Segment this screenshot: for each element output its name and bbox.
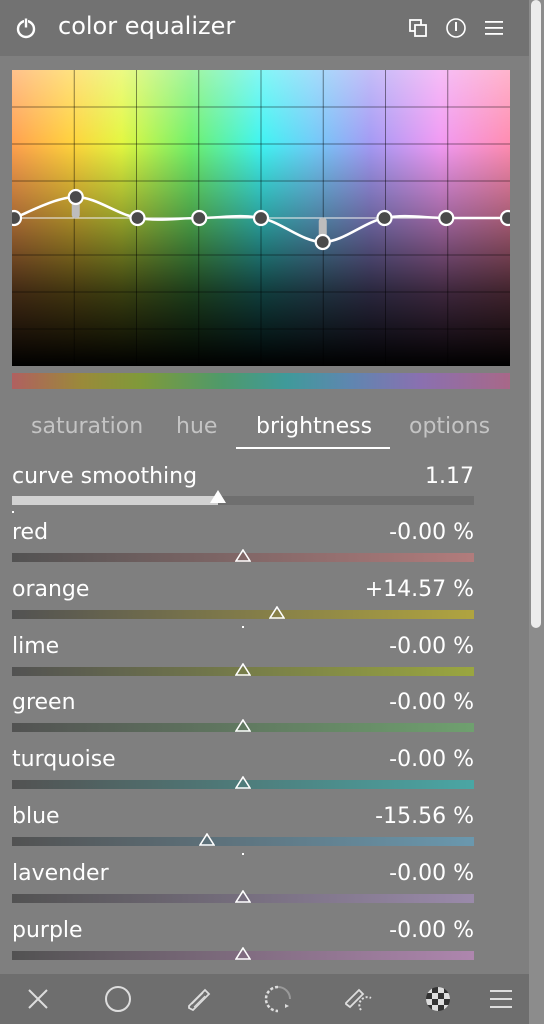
blue-default-dot (242, 853, 244, 855)
curve-smoothing-value[interactable]: 1.17 (425, 464, 474, 489)
curve-node[interactable] (12, 209, 23, 227)
curve-smoothing-default-dot (12, 511, 14, 513)
curve-node[interactable] (314, 233, 331, 251)
tab-hue[interactable]: hue (176, 414, 217, 439)
turquoise-label: turquoise (12, 747, 116, 772)
close-icon[interactable] (23, 984, 53, 1014)
curve-node[interactable] (499, 209, 510, 227)
green-label: green (12, 690, 76, 715)
lavender-slider-handle[interactable] (235, 890, 251, 903)
purple-slider-handle[interactable] (235, 947, 251, 960)
blue-slider-track[interactable] (12, 837, 474, 846)
tab-options[interactable]: options (409, 414, 490, 439)
blue-label: blue (12, 804, 60, 829)
tab-bar: saturation hue brightness options (0, 406, 529, 450)
mask-toolbar (0, 974, 529, 1024)
curve-node[interactable] (129, 209, 146, 227)
menu-icon[interactable] (482, 16, 506, 40)
lime-slider-handle[interactable] (235, 663, 251, 676)
pencil-icon[interactable] (183, 984, 213, 1014)
lime-label: lime (12, 634, 60, 659)
lavender-value[interactable]: -0.00 % (389, 861, 474, 886)
tab-brightness[interactable]: brightness (256, 414, 372, 439)
green-value[interactable]: -0.00 % (389, 690, 474, 715)
curve-smoothing-handle[interactable] (210, 490, 226, 503)
color-curve-graph[interactable] (12, 70, 510, 366)
blue-value[interactable]: -15.56 % (375, 804, 474, 829)
curve-node[interactable] (438, 209, 455, 227)
curve-smoothing-label: curve smoothing (12, 464, 198, 489)
circle-icon[interactable] (103, 984, 133, 1014)
hue-reference-bar (12, 373, 510, 389)
info-icon[interactable] (444, 16, 468, 40)
lime-value[interactable]: -0.00 % (389, 634, 474, 659)
orange-slider-handle[interactable] (268, 606, 285, 619)
purple-value[interactable]: -0.00 % (389, 918, 474, 943)
turquoise-value[interactable]: -0.00 % (389, 747, 474, 772)
active-tab-indicator (236, 447, 390, 449)
curve-smoothing-track[interactable] (218, 496, 474, 505)
module-header: color equalizer (0, 0, 529, 56)
module-title: color equalizer (58, 12, 236, 40)
curve-node[interactable] (252, 209, 270, 227)
purple-label: purple (12, 918, 83, 943)
orange-label: orange (12, 577, 90, 602)
tab-saturation[interactable]: saturation (31, 414, 143, 439)
blue-slider-handle[interactable] (198, 833, 215, 846)
scrollbar-thumb[interactable] (531, 0, 541, 628)
red-value[interactable]: -0.00 % (389, 520, 474, 545)
curve-node[interactable] (191, 209, 208, 227)
orange-slider-track[interactable] (12, 610, 474, 619)
curve-node[interactable] (376, 209, 393, 227)
presets-icon[interactable] (406, 16, 430, 40)
parametric-mask-icon[interactable] (343, 984, 373, 1014)
menu-icon[interactable] (486, 984, 516, 1014)
orange-default-dot (242, 626, 244, 628)
green-slider-handle[interactable] (235, 719, 251, 732)
red-label: red (12, 520, 49, 545)
raster-mask-icon[interactable] (423, 984, 453, 1014)
curve-smoothing-fill[interactable] (12, 496, 218, 505)
lavender-label: lavender (12, 861, 109, 886)
orange-value[interactable]: +14.57 % (365, 577, 474, 602)
curve-node[interactable] (67, 188, 84, 206)
curve-canvas[interactable] (12, 70, 510, 366)
drawn-mask-icon[interactable] (263, 984, 293, 1014)
red-slider-handle[interactable] (235, 549, 251, 562)
power-icon[interactable] (14, 16, 38, 40)
turquoise-slider-handle[interactable] (235, 776, 251, 789)
